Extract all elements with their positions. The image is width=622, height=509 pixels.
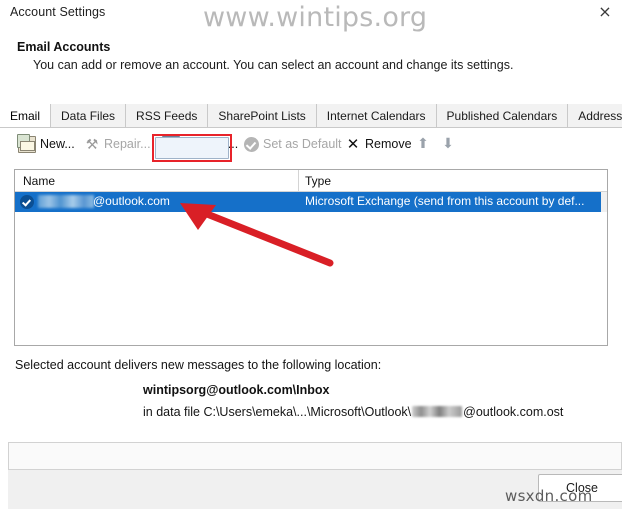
data-file-suffix: @outlook.com.ost	[463, 405, 564, 419]
remove-button[interactable]: ✕ Remove	[341, 132, 416, 156]
footer-bar	[8, 469, 622, 509]
default-account-check-icon	[20, 195, 34, 209]
arrow-down-icon[interactable]: ⬇	[440, 134, 456, 152]
page-title: Email Accounts	[17, 40, 111, 54]
column-divider[interactable]	[298, 170, 299, 192]
tab-bar: Email Data Files RSS Feeds SharePoint Li…	[0, 104, 622, 129]
close-button[interactable]: Close	[538, 474, 622, 502]
page-description: You can add or remove an account. You ca…	[33, 58, 514, 72]
column-header-name[interactable]: Name	[23, 174, 55, 188]
content-frame-bottom	[8, 442, 622, 469]
data-file-prefix: in data file C:\Users\emeka\...\Microsof…	[143, 405, 412, 419]
tab-rss-feeds[interactable]: RSS Feeds	[126, 104, 209, 128]
delivery-label: Selected account delivers new messages t…	[15, 358, 382, 372]
list-header: Name Type	[15, 170, 607, 192]
table-row[interactable]: @outlook.com Microsoft Exchange (send fr…	[15, 192, 607, 212]
new-account-icon	[17, 133, 36, 153]
tab-email[interactable]: Email	[0, 104, 52, 129]
set-as-default-label: Set as Default	[263, 137, 342, 151]
set-as-default-button: Set as Default	[240, 132, 346, 156]
window-title: Account Settings	[10, 5, 106, 19]
repair-button: ⚒ Repair...	[80, 132, 155, 156]
close-icon[interactable]: ×	[594, 2, 616, 22]
delivery-location: wintipsorg@outlook.com\Inbox	[143, 383, 330, 397]
repair-button-label: Repair...	[104, 137, 151, 151]
footer-left-edge	[0, 442, 8, 509]
accounts-list[interactable]: Name Type @outlook.com Microsoft Exchang…	[14, 169, 608, 346]
tab-address-books[interactable]: Address Books	[568, 104, 622, 128]
repair-icon: ⚒	[85, 135, 99, 152]
arrow-up-icon[interactable]: ⬆	[415, 134, 431, 152]
delivery-data-file: in data file C:\Users\emeka\...\Microsof…	[143, 405, 563, 419]
redacted-path-segment	[412, 406, 463, 417]
new-button[interactable]: New...	[14, 132, 79, 156]
account-name: @outlook.com	[93, 194, 170, 208]
account-settings-window: Account Settings www.wintips.org × Email…	[0, 0, 622, 509]
account-type: Microsoft Exchange (send from this accou…	[305, 194, 585, 208]
new-button-label: New...	[40, 137, 75, 151]
title-bar: Account Settings	[0, 0, 622, 27]
remove-button-label: Remove	[365, 137, 412, 151]
set-default-check-icon	[244, 136, 259, 152]
toolbar: New... ⚒ Repair... Change... Set as Defa…	[0, 128, 622, 160]
row-right-edge	[601, 192, 607, 212]
tab-published-calendars[interactable]: Published Calendars	[436, 104, 569, 128]
tab-data-files[interactable]: Data Files	[51, 104, 127, 128]
annotation-highlight-rect	[152, 134, 232, 162]
tab-sharepoint-lists[interactable]: SharePoint Lists	[208, 104, 317, 128]
remove-x-icon: ✕	[346, 135, 360, 153]
column-header-type[interactable]: Type	[305, 174, 331, 188]
tab-internet-calendars[interactable]: Internet Calendars	[316, 104, 437, 128]
redacted-account-name	[38, 195, 94, 208]
